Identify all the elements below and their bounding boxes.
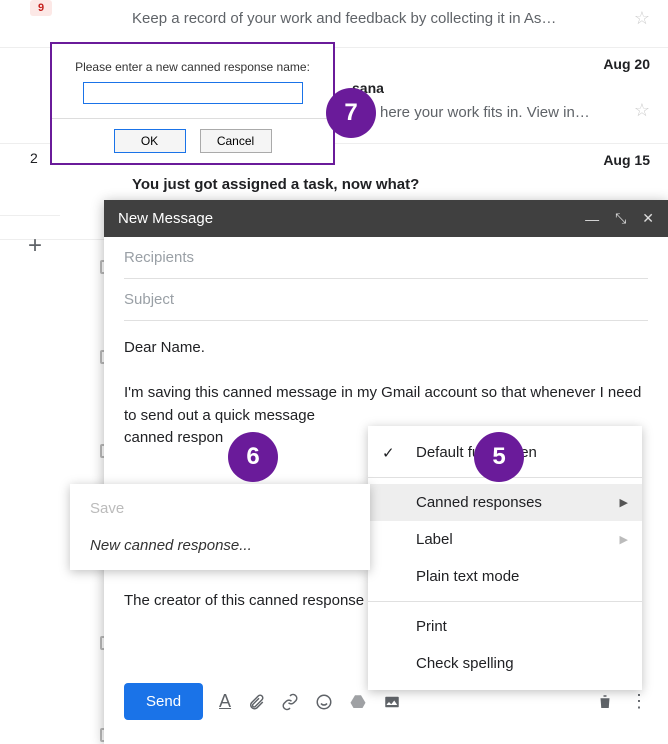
menu-item-check-spelling[interactable]: Check spelling	[368, 645, 642, 682]
step-badge-6: 6	[228, 432, 278, 482]
recipients-field[interactable]: Recipients	[124, 237, 648, 279]
more-options-icon[interactable]: ⋮	[630, 691, 648, 712]
send-button[interactable]: Send	[124, 683, 203, 720]
menu-item-print[interactable]: Print	[368, 608, 642, 645]
mail-date: Aug 20	[603, 56, 650, 72]
menu-label: Print	[416, 618, 447, 635]
mail-snippet: here your work fits in. View in…	[380, 104, 628, 121]
menu-label: Check spelling	[416, 655, 514, 672]
format-icon[interactable]: A	[219, 691, 231, 712]
mail-title: You just got assigned a task, now what?	[132, 176, 419, 193]
submenu-item-new-canned[interactable]: New canned response...	[70, 527, 370, 564]
expand-icon[interactable]: ⤡	[615, 210, 626, 227]
dialog-message: Please enter a new canned response name:	[52, 44, 333, 82]
menu-item-label[interactable]: Label ▶	[368, 521, 642, 558]
step-badge-5: 5	[474, 432, 524, 482]
chevron-right-icon: ▶	[620, 533, 628, 546]
menu-item-canned-responses[interactable]: Canned responses ▶	[368, 484, 642, 521]
add-label-icon[interactable]: +	[28, 232, 42, 260]
star-icon[interactable]: ☆	[634, 8, 650, 29]
step-badge-7: 7	[326, 88, 376, 138]
menu-separator	[368, 601, 642, 602]
body-line: Dear Name.	[124, 337, 648, 360]
canned-response-name-input[interactable]	[83, 82, 303, 104]
compose-header[interactable]: New Message ― ⤡ ✕	[104, 200, 668, 237]
mail-date: Aug 15	[603, 152, 650, 168]
minimize-icon[interactable]: ―	[585, 211, 599, 227]
submenu-header-save: Save	[70, 490, 370, 527]
close-icon[interactable]: ✕	[642, 210, 654, 227]
image-icon[interactable]	[383, 693, 401, 711]
menu-item-plaintext[interactable]: Plain text mode	[368, 558, 642, 595]
compose-title: New Message	[118, 210, 213, 227]
canned-responses-submenu: Save New canned response...	[70, 484, 370, 570]
check-icon: ✓	[382, 444, 395, 462]
menu-label: Label	[416, 531, 453, 548]
menu-label: Canned responses	[416, 494, 542, 511]
trash-icon[interactable]	[596, 693, 614, 711]
attach-icon[interactable]	[247, 693, 265, 711]
cancel-button[interactable]: Cancel	[200, 129, 272, 153]
ok-button[interactable]: OK	[114, 129, 186, 153]
body-line: I'm saving this canned message in my Gma…	[124, 382, 648, 427]
star-icon[interactable]: ☆	[634, 100, 650, 121]
subject-field[interactable]: Subject	[124, 279, 648, 321]
unread-count: 2	[30, 150, 38, 166]
sidebar-divider	[0, 215, 60, 216]
canned-response-name-dialog: Please enter a new canned response name:…	[50, 42, 335, 165]
mail-row[interactable]: Keep a record of your work and feedback …	[0, 0, 668, 48]
link-icon[interactable]	[281, 693, 299, 711]
emoji-icon[interactable]	[315, 693, 333, 711]
menu-label: Plain text mode	[416, 568, 519, 585]
mail-snippet: Keep a record of your work and feedback …	[132, 10, 628, 27]
chevron-right-icon: ▶	[620, 496, 628, 509]
drive-icon[interactable]	[349, 693, 367, 711]
